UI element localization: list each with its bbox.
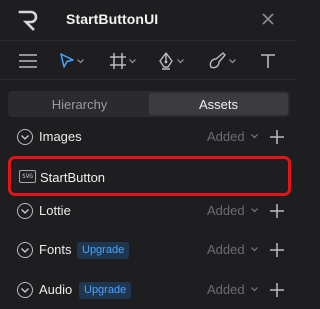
add-icon[interactable] <box>268 281 286 299</box>
brush-tool-button[interactable] <box>208 49 236 73</box>
text-tool-button[interactable] <box>260 49 276 73</box>
lottie-section-header[interactable]: Lottie Added <box>0 192 298 230</box>
upgrade-badge[interactable]: Upgrade <box>79 282 132 299</box>
chevron-down-icon[interactable] <box>17 242 33 258</box>
chevron-down-icon <box>229 58 236 63</box>
section-title-lottie: Lottie <box>39 203 71 218</box>
asset-item-startbutton[interactable]: SVG StartButton <box>8 156 291 196</box>
added-filter-dropdown[interactable]: Added <box>207 129 258 144</box>
tab-assets[interactable]: Assets <box>149 93 288 115</box>
added-filter-dropdown[interactable]: Added <box>207 242 258 257</box>
add-icon[interactable] <box>268 202 286 220</box>
document-title: StartButtonUI <box>66 11 159 27</box>
panel-tabs: Hierarchy Assets <box>8 91 290 117</box>
chevron-down-icon[interactable] <box>17 129 33 145</box>
tab-hierarchy[interactable]: Hierarchy <box>10 93 149 115</box>
section-title-audio: Audio <box>39 282 73 297</box>
title-bar: StartButtonUI <box>0 0 298 40</box>
select-tool-button[interactable] <box>60 49 84 73</box>
menu-icon[interactable] <box>19 49 37 73</box>
section-title-fonts: Fonts <box>39 242 72 257</box>
chevron-down-icon <box>77 58 84 63</box>
chevron-down-icon <box>250 134 258 139</box>
chevron-down-icon <box>129 58 136 63</box>
chevron-down-icon[interactable] <box>17 282 33 298</box>
add-icon[interactable] <box>268 128 286 146</box>
frame-tool-button[interactable] <box>110 49 136 73</box>
chevron-down-icon <box>177 58 184 63</box>
chevron-down-icon <box>250 208 258 213</box>
frame-icon <box>110 53 126 69</box>
chevron-down-icon[interactable] <box>17 203 33 219</box>
svg-file-icon: SVG <box>19 170 36 183</box>
chevron-down-icon <box>250 247 258 252</box>
images-section-header[interactable]: Images Added <box>0 118 298 156</box>
added-filter-dropdown[interactable]: Added <box>207 282 258 297</box>
chevron-down-icon <box>250 287 258 292</box>
pen-icon <box>159 52 173 70</box>
tool-bar <box>0 40 298 80</box>
fonts-section-header[interactable]: Fonts Upgrade Added <box>0 231 298 269</box>
add-icon[interactable] <box>268 241 286 259</box>
pen-tool-button[interactable] <box>158 49 184 73</box>
upgrade-badge[interactable]: Upgrade <box>77 242 130 259</box>
asset-name: StartButton <box>40 170 106 185</box>
close-icon[interactable] <box>259 10 277 28</box>
text-icon <box>261 54 275 68</box>
rive-logo-icon[interactable] <box>17 9 39 31</box>
added-filter-dropdown[interactable]: Added <box>207 203 258 218</box>
brush-icon <box>209 52 226 69</box>
audio-section-header[interactable]: Audio Upgrade Added <box>0 271 298 309</box>
select-arrow-icon <box>60 53 74 68</box>
section-title-images: Images <box>39 129 82 144</box>
